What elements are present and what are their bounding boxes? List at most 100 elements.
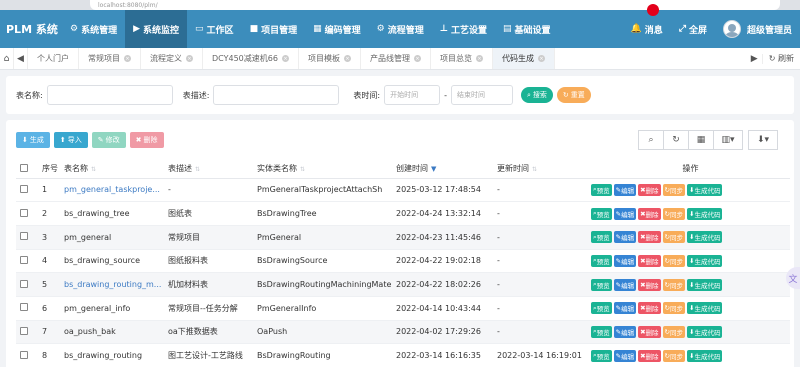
table-row[interactable]: 5 bs_drawing_routing_m... 机加材料表 BsDrawingRo… — [16, 272, 790, 297]
table-row[interactable]: 8 bs_drawing_routing 图工艺设计-工艺路线 BsDrawingRo… — [16, 343, 790, 367]
delete-row-button[interactable]: ✖ 删除 — [638, 254, 661, 267]
generate-code-button[interactable]: ⬇ 生成代码 — [687, 231, 723, 244]
reset-button[interactable]: ↻ 重置 — [556, 87, 591, 103]
delete-row-button[interactable]: ✖ 删除 — [638, 231, 661, 244]
row-checkbox[interactable] — [16, 272, 38, 297]
sync-button[interactable]: ↻ 同步 — [662, 325, 685, 338]
sync-button[interactable]: ↻ 同步 — [662, 183, 685, 196]
edit-row-button[interactable]: ✎ 编辑 — [613, 278, 637, 291]
search-button[interactable]: ⌕ 搜索 — [521, 87, 553, 103]
preview-button[interactable]: ⌕ 预览 — [591, 302, 612, 315]
close-tab-icon[interactable]: × — [124, 55, 131, 62]
generate-code-button[interactable]: ⬇ 生成代码 — [687, 254, 723, 267]
row-checkbox[interactable] — [16, 320, 38, 345]
close-tab-icon[interactable]: × — [186, 55, 193, 62]
preview-button[interactable]: ⌕ 预览 — [591, 183, 612, 196]
fullscreen-button[interactable]: ⤢ 全屏 — [671, 10, 715, 48]
export-dropdown-icon[interactable]: ⬇▾ — [748, 130, 778, 150]
edit-row-button[interactable]: ✎ 编辑 — [613, 302, 637, 315]
close-tab-icon[interactable]: × — [281, 55, 289, 62]
preview-button[interactable]: ⌕ 预览 — [591, 349, 612, 362]
generate-code-button[interactable]: ⬇ 生成代码 — [687, 302, 723, 315]
delete-row-button[interactable]: ✖ 删除 — [638, 302, 661, 315]
column-updated[interactable]: 更新时间 ⇅ — [493, 160, 587, 179]
preview-button[interactable]: ⌕ 预览 — [591, 325, 612, 338]
row-checkbox[interactable] — [16, 296, 38, 321]
sync-button[interactable]: ↻ 同步 — [662, 207, 685, 220]
menu-item-4[interactable]: ▦ 编码管理 — [305, 10, 369, 48]
column-created[interactable]: 创建时间 ▼ — [392, 160, 493, 179]
columns-dropdown-icon[interactable]: ▥▾ — [713, 130, 743, 150]
address-bar[interactable]: localhost:8080/plm/ — [90, 0, 780, 10]
user-menu[interactable]: 超级管理员 — [715, 10, 800, 48]
column-name[interactable]: 表名称 ⇅ — [60, 160, 164, 179]
edit-row-button[interactable]: ✎ 编辑 — [613, 231, 637, 244]
page-tab-4[interactable]: 项目模板 × — [299, 48, 361, 69]
edit-button[interactable]: ✎ 修改 — [91, 132, 126, 148]
menu-item-7[interactable]: ▤ 基础设置 — [495, 10, 559, 48]
generate-code-button[interactable]: ⬇ 生成代码 — [687, 349, 723, 362]
page-tab-3[interactable]: DCY450减速机66 × — [203, 48, 299, 69]
edit-row-button[interactable]: ✎ 编辑 — [613, 349, 637, 362]
generate-code-button[interactable]: ⬇ 生成代码 — [687, 278, 723, 291]
page-tab-5[interactable]: 产品线管理 × — [361, 48, 431, 69]
table-row[interactable]: 4 bs_drawing_source 图纸报料表 BsDrawingSource 20… — [16, 249, 790, 274]
cell-name[interactable]: bs_drawing_routing_m... — [60, 272, 164, 297]
generate-code-button[interactable]: ⬇ 生成代码 — [687, 325, 723, 338]
table-row[interactable]: 1 pm_general_taskproje... - PmGeneralTaskpr… — [16, 178, 790, 203]
row-checkbox[interactable] — [16, 178, 38, 203]
table-row[interactable]: 7 oa_push_bak oa下推数据表 OaPush 2022-04-02 17:2… — [16, 320, 790, 345]
page-tab-2[interactable]: 流程定义 × — [141, 48, 203, 69]
menu-item-3[interactable]: ■ 项目管理 — [242, 10, 306, 48]
generate-button[interactable]: ⬇ 生成 — [16, 132, 50, 148]
table-desc-input[interactable] — [213, 85, 340, 105]
sync-button[interactable]: ↻ 同步 — [662, 302, 685, 315]
sync-button[interactable]: ↻ 同步 — [662, 231, 685, 244]
preview-button[interactable]: ⌕ 预览 — [591, 278, 612, 291]
row-checkbox[interactable] — [16, 225, 38, 250]
messages-button[interactable]: 🔔 消息 — [623, 4, 671, 48]
preview-button[interactable]: ⌕ 预览 — [591, 231, 612, 244]
delete-button[interactable]: ✖ 删除 — [129, 132, 164, 148]
menu-item-1[interactable]: ▶ 系统监控 — [125, 10, 188, 48]
menu-item-6[interactable]: ⊥ 工艺设置 — [432, 10, 495, 48]
close-tab-icon[interactable]: × — [343, 55, 351, 62]
page-tab-7[interactable]: 代码生成 × — [492, 48, 555, 69]
cell-name[interactable]: pm_general_taskproje... — [60, 178, 164, 203]
edit-row-button[interactable]: ✎ 编辑 — [613, 207, 637, 220]
menu-item-2[interactable]: ▭ 工作区 — [187, 10, 242, 48]
row-checkbox[interactable] — [16, 343, 38, 367]
sync-button[interactable]: ↻ 同步 — [662, 349, 685, 362]
delete-row-button[interactable]: ✖ 删除 — [638, 207, 661, 220]
generate-code-button[interactable]: ⬇ 生成代码 — [687, 183, 723, 196]
table-row[interactable]: 2 bs_drawing_tree 图纸表 BsDrawingTree 2022-04-… — [16, 201, 790, 226]
home-icon[interactable]: ⌂ — [0, 48, 14, 69]
start-time-input[interactable]: 开始时间 — [384, 85, 441, 105]
refresh-button[interactable]: ↻ 刷新 — [763, 53, 800, 64]
edit-row-button[interactable]: ✎ 编辑 — [613, 183, 637, 196]
page-tab-1[interactable]: 常规项目 × — [79, 48, 141, 69]
column-desc[interactable]: 表描述 ⇅ — [164, 160, 253, 179]
page-tab-6[interactable]: 项目总览 × — [431, 48, 493, 69]
preview-button[interactable]: ⌕ 预览 — [591, 207, 612, 220]
delete-row-button[interactable]: ✖ 删除 — [638, 325, 661, 338]
preview-button[interactable]: ⌕ 预览 — [591, 254, 612, 267]
tabs-scroll-right-icon[interactable]: ▶ — [747, 53, 763, 64]
delete-row-button[interactable]: ✖ 删除 — [638, 278, 661, 291]
column-entity[interactable]: 实体类名称 ⇅ — [253, 160, 392, 179]
row-checkbox[interactable] — [16, 201, 38, 226]
generate-code-button[interactable]: ⬇ 生成代码 — [687, 207, 723, 220]
table-row[interactable]: 6 pm_general_info 常规项目--任务分解 PmGeneralInfo 2… — [16, 296, 790, 321]
delete-row-button[interactable]: ✖ 删除 — [638, 349, 661, 362]
end-time-input[interactable]: 结束时间 — [451, 85, 513, 105]
search-toggle-icon[interactable]: ⌕ — [638, 130, 664, 150]
delete-row-button[interactable]: ✖ 删除 — [638, 183, 661, 196]
sync-button[interactable]: ↻ 同步 — [662, 254, 685, 267]
edit-row-button[interactable]: ✎ 编辑 — [613, 325, 637, 338]
close-tab-icon[interactable]: × — [413, 55, 421, 62]
select-all-checkbox[interactable] — [16, 160, 38, 179]
import-button[interactable]: ⬆ 导入 — [53, 132, 88, 148]
refresh-table-icon[interactable]: ↻ — [663, 130, 689, 150]
table-row[interactable]: 3 pm_general 常规项目 PmGeneral 2022-04-23 11:45… — [16, 225, 790, 250]
page-tab-0[interactable]: 个人门户 — [28, 48, 79, 69]
